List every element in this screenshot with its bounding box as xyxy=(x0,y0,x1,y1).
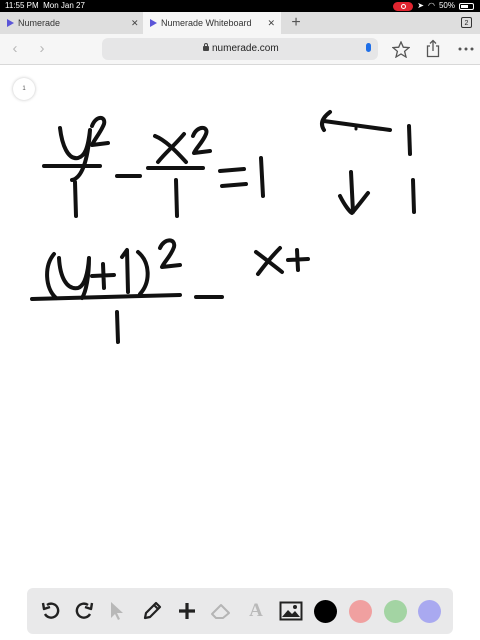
address-url: numerade.com xyxy=(212,43,279,54)
back-button[interactable]: ‹ xyxy=(5,39,25,59)
drawing-toolbar: A xyxy=(27,588,453,634)
color-purple-button[interactable] xyxy=(412,594,446,628)
handwritten-strokes xyxy=(30,110,416,344)
location-icon: ➤ xyxy=(417,1,424,10)
share-icon[interactable] xyxy=(426,39,440,58)
stroke-equals xyxy=(218,167,248,188)
status-time-date: 11:55 PM Mon Jan 27 xyxy=(5,0,85,12)
numerade-favicon-icon xyxy=(7,19,14,27)
add-button[interactable] xyxy=(170,594,204,628)
plus-icon xyxy=(179,603,195,619)
lock-icon xyxy=(203,43,209,51)
tab-numerade-whiteboard[interactable]: Numerade Whiteboard ✕ xyxy=(143,12,281,34)
tab-numerade[interactable]: Numerade xyxy=(0,12,143,34)
stroke-x xyxy=(153,132,188,164)
navigation-bar: ‹ › numerade.com xyxy=(0,34,480,65)
whiteboard-canvas[interactable] xyxy=(0,64,480,640)
stroke-one xyxy=(115,310,120,344)
stroke-exponent-2 xyxy=(158,238,182,269)
tab-label: Numerade Whiteboard xyxy=(161,18,252,28)
eraser-tool-button[interactable] xyxy=(204,594,238,628)
color-swatch-green xyxy=(383,599,407,623)
status-date: Mon Jan 27 xyxy=(43,1,85,10)
stroke-one xyxy=(174,178,179,218)
stroke-vertical-line xyxy=(411,178,416,214)
screen-record-icon xyxy=(393,1,414,11)
stroke-one xyxy=(259,156,265,198)
color-swatch-pink xyxy=(348,599,372,623)
color-swatch-black xyxy=(313,599,337,623)
close-tab-icon[interactable]: ✕ xyxy=(267,12,275,34)
color-green-button[interactable] xyxy=(378,594,412,628)
tab-label: Numerade xyxy=(18,18,61,28)
tab-bar: Numerade Numerade Whiteboard ✕ ✕ xyxy=(0,12,480,34)
status-indicators: ➤ ◠ 50% xyxy=(393,0,474,12)
microphone-icon[interactable] xyxy=(366,43,371,52)
stroke-exponent-2 xyxy=(191,125,212,155)
pencil-icon xyxy=(143,601,162,620)
stroke-exponent-2 xyxy=(90,115,110,147)
stroke-one xyxy=(73,180,78,218)
close-tab-icon[interactable]: ✕ xyxy=(131,12,139,34)
battery-icon xyxy=(459,2,474,10)
pen-tool-button[interactable] xyxy=(135,594,169,628)
new-tab-button[interactable]: + xyxy=(286,12,306,34)
bookmark-star-icon[interactable] xyxy=(392,41,410,58)
redo-icon xyxy=(75,602,94,619)
status-time: 11:55 PM xyxy=(5,1,39,10)
undo-icon xyxy=(41,602,60,619)
color-pink-button[interactable] xyxy=(343,594,377,628)
stroke-left-paren xyxy=(45,252,58,300)
color-swatch-purple xyxy=(417,599,441,623)
battery-percent: 50% xyxy=(438,1,455,10)
image-tool-button[interactable] xyxy=(274,594,308,628)
numerade-favicon-icon xyxy=(150,19,157,27)
more-options-icon[interactable] xyxy=(458,44,474,54)
stroke-one xyxy=(120,248,130,294)
image-icon xyxy=(279,601,303,621)
stroke-down-arrow xyxy=(338,170,370,215)
stroke-plus xyxy=(90,262,116,290)
wifi-icon: ◠ xyxy=(428,1,435,10)
color-black-button[interactable] xyxy=(308,594,342,628)
undo-button[interactable] xyxy=(33,594,67,628)
stroke-y xyxy=(58,126,92,182)
stroke-plus xyxy=(286,248,310,272)
page-number-badge[interactable]: 1 xyxy=(13,78,35,100)
status-bar: 11:55 PM Mon Jan 27 ➤ ◠ 50% xyxy=(0,0,480,12)
stroke-x xyxy=(254,246,284,276)
stroke-y xyxy=(57,256,91,300)
forward-button[interactable]: › xyxy=(32,39,52,59)
stroke-right-paren xyxy=(136,250,150,296)
text-tool-button[interactable]: A xyxy=(239,594,273,628)
select-tool-button[interactable] xyxy=(100,594,134,628)
eraser-icon xyxy=(211,604,230,619)
address-bar[interactable]: numerade.com xyxy=(102,38,378,60)
redo-button[interactable] xyxy=(68,594,102,628)
stroke-vertical-line xyxy=(407,124,412,156)
tab-count-button[interactable]: 2 xyxy=(461,17,472,28)
pointer-icon xyxy=(111,602,123,620)
